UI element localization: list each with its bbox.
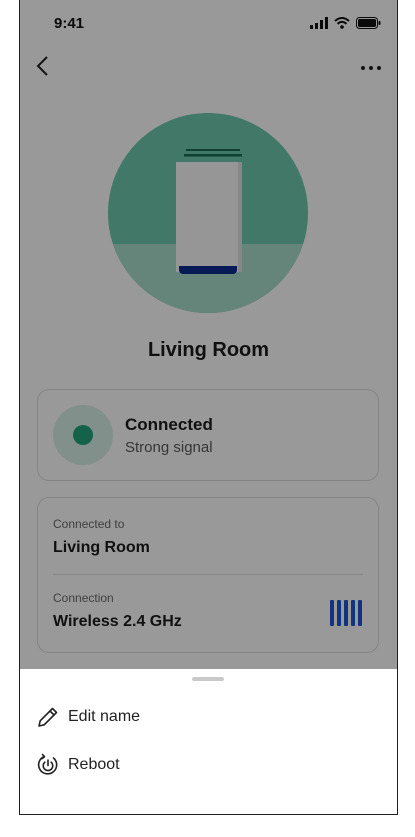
reboot-label: Reboot <box>68 756 120 773</box>
pencil-icon <box>38 707 58 727</box>
reboot-menu-item[interactable]: Reboot <box>36 749 381 781</box>
edit-name-menu-item[interactable]: Edit name <box>36 701 381 733</box>
power-refresh-icon <box>37 753 58 775</box>
modal-scrim[interactable] <box>20 0 397 669</box>
phone-frame: 9:41 Living Room Connected Strong signal… <box>19 0 398 815</box>
sheet-drag-handle[interactable] <box>192 677 224 681</box>
bottom-sheet: Edit name Reboot <box>20 669 397 814</box>
edit-name-label: Edit name <box>68 708 141 725</box>
